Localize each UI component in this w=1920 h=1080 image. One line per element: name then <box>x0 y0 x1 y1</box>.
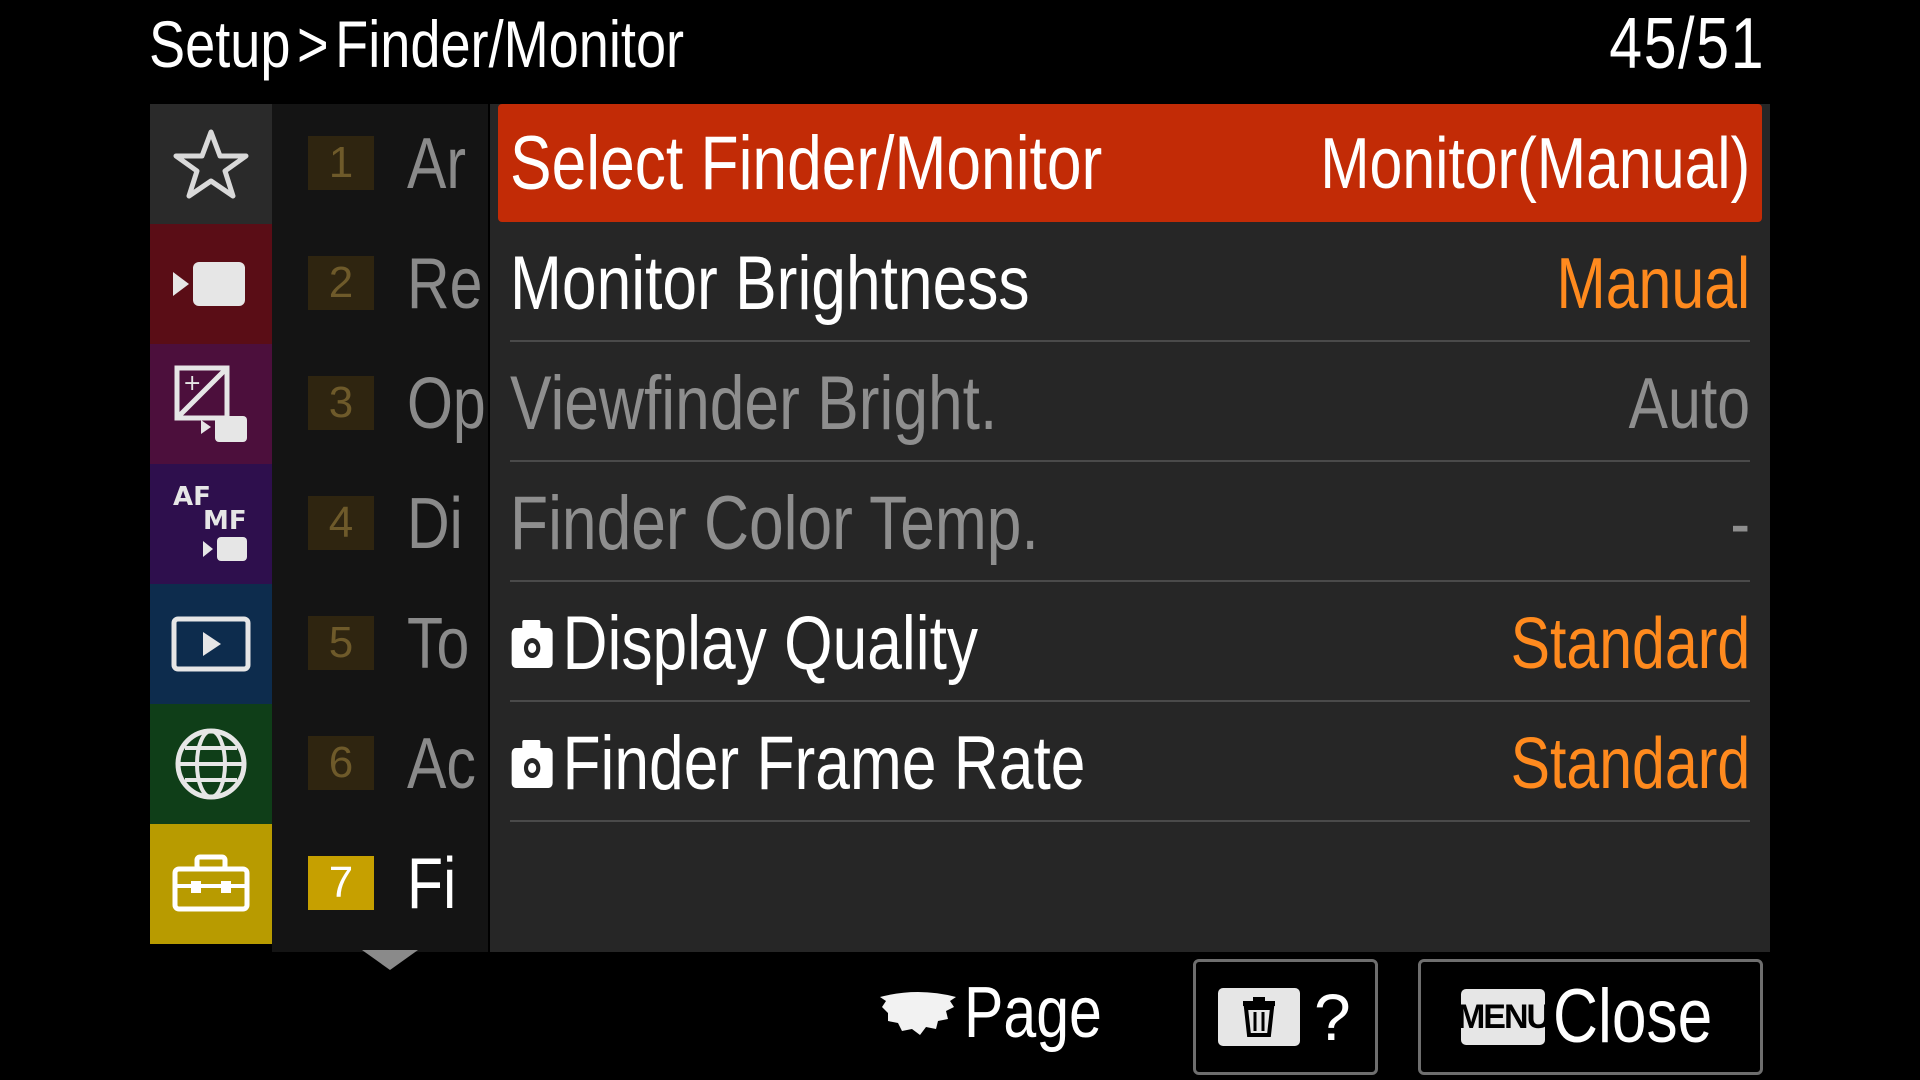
sub-category-item-6[interactable]: 6 Ac <box>272 704 488 824</box>
tab-shooting[interactable] <box>150 224 272 344</box>
trash-icon <box>1218 988 1300 1046</box>
sub-category-number: 4 <box>308 496 374 550</box>
af-mf-icon: AF MF <box>173 482 247 561</box>
tab-setup[interactable] <box>150 824 272 944</box>
sub-category-item-5[interactable]: 5 To <box>272 584 488 704</box>
tab-network[interactable] <box>150 704 272 824</box>
tab-focus[interactable]: AF MF <box>150 464 272 584</box>
sub-category-item-1[interactable]: 1 Ar <box>272 104 488 224</box>
exposure-color-icon: + <box>174 365 247 442</box>
page-hint[interactable]: Page <box>878 963 1132 1063</box>
row-divider <box>510 820 1750 822</box>
menu-item-value: Standard <box>1510 724 1750 804</box>
menu-item-select-finder-monitor[interactable]: Select Finder/Monitor Monitor(Manual) <box>498 104 1762 222</box>
menu-item-monitor-brightness[interactable]: Monitor Brightness Manual <box>490 224 1770 342</box>
sub-category-label: Op <box>407 364 486 444</box>
sub-category-item-7[interactable]: 7 Fi <box>272 824 488 944</box>
delete-help-button[interactable]: ? <box>1193 959 1378 1075</box>
sub-category-list: 1 Ar 2 Re 3 Op 4 Di 5 To 6 Ac 7 Fi <box>272 104 488 952</box>
page-counter: 45/51 <box>1575 4 1765 84</box>
movie-camera-icon <box>173 262 245 306</box>
sub-category-number: 5 <box>308 616 374 670</box>
breadcrumb-parent[interactable]: Setup <box>149 7 290 81</box>
row-divider <box>510 700 1750 702</box>
menu-item-finder-frame-rate[interactable]: Finder Frame Rate Standard <box>490 704 1770 822</box>
close-button[interactable]: MENU Close <box>1418 959 1763 1075</box>
header-bar: Setup>Finder/Monitor 45/51 <box>0 0 1920 95</box>
menu-item-label: Monitor Brightness <box>510 241 1030 326</box>
breadcrumb-separator: > <box>296 7 329 81</box>
menu-item-viewfinder-bright: Viewfinder Bright. Auto <box>490 344 1770 462</box>
menu-button-badge: MENU <box>1457 989 1551 1045</box>
sub-category-number: 3 <box>308 376 374 430</box>
tab-playback[interactable] <box>150 584 272 704</box>
breadcrumb-current: Finder/Monitor <box>335 7 685 81</box>
toolbox-icon <box>172 854 250 912</box>
menu-item-value: Standard <box>1510 604 1750 684</box>
menu-item-label: Viewfinder Bright. <box>510 361 998 446</box>
sub-category-label: Re <box>407 244 483 324</box>
camera-icon <box>511 619 553 668</box>
menu-item-label: Finder Color Temp. <box>510 481 1039 566</box>
sub-category-item-3[interactable]: 3 Op <box>272 344 488 464</box>
menu-item-value: Monitor(Manual) <box>1320 124 1750 204</box>
sub-category-number: 7 <box>308 856 374 910</box>
sub-category-label: Ac <box>407 724 476 804</box>
menu-item-label: Display Quality <box>510 594 1081 694</box>
playback-icon <box>171 616 251 672</box>
breadcrumb: Setup>Finder/Monitor <box>149 4 802 84</box>
menu-item-value: Auto <box>1628 364 1750 444</box>
camera-icon <box>511 739 553 788</box>
sub-category-number: 2 <box>308 256 374 310</box>
category-tab-column: + AF MF <box>150 104 272 952</box>
menu-item-display-quality[interactable]: Display Quality Standard <box>490 584 1770 702</box>
menu-item-label: Finder Frame Rate <box>510 714 1212 814</box>
sub-category-label: Di <box>407 484 463 564</box>
control-wheel-icon <box>880 992 956 1035</box>
network-globe-icon <box>175 728 247 800</box>
sub-category-label: Ar <box>407 124 467 204</box>
star-icon <box>173 129 249 199</box>
help-label: ? <box>1314 980 1351 1054</box>
menu-item-label: Select Finder/Monitor <box>510 121 1103 206</box>
row-divider <box>510 340 1750 342</box>
sub-category-number: 6 <box>308 736 374 790</box>
menu-panel: Select Finder/Monitor Monitor(Manual) Mo… <box>490 104 1770 952</box>
row-divider <box>510 460 1750 462</box>
svg-text:MF: MF <box>203 506 247 536</box>
menu-item-value: Manual <box>1556 244 1750 324</box>
tab-my-menu[interactable] <box>150 104 272 224</box>
menu-item-value: - <box>1730 484 1750 564</box>
menu-item-finder-color-temp: Finder Color Temp. - <box>490 464 1770 582</box>
sub-category-label: To <box>407 604 470 684</box>
page-counter-text: 45/51 <box>1609 4 1765 84</box>
sub-category-item-4[interactable]: 4 Di <box>272 464 488 584</box>
sub-category-number: 1 <box>308 136 374 190</box>
close-label: Close <box>1553 974 1713 1059</box>
page-label: Page <box>964 973 1102 1053</box>
row-divider <box>510 580 1750 582</box>
sub-category-label: Fi <box>407 844 457 924</box>
sub-category-item-2[interactable]: 2 Re <box>272 224 488 344</box>
footer-bar: Page ? MENU Close <box>0 955 1920 1080</box>
svg-text:+: + <box>183 371 201 396</box>
tab-exposure-color[interactable]: + <box>150 344 272 464</box>
